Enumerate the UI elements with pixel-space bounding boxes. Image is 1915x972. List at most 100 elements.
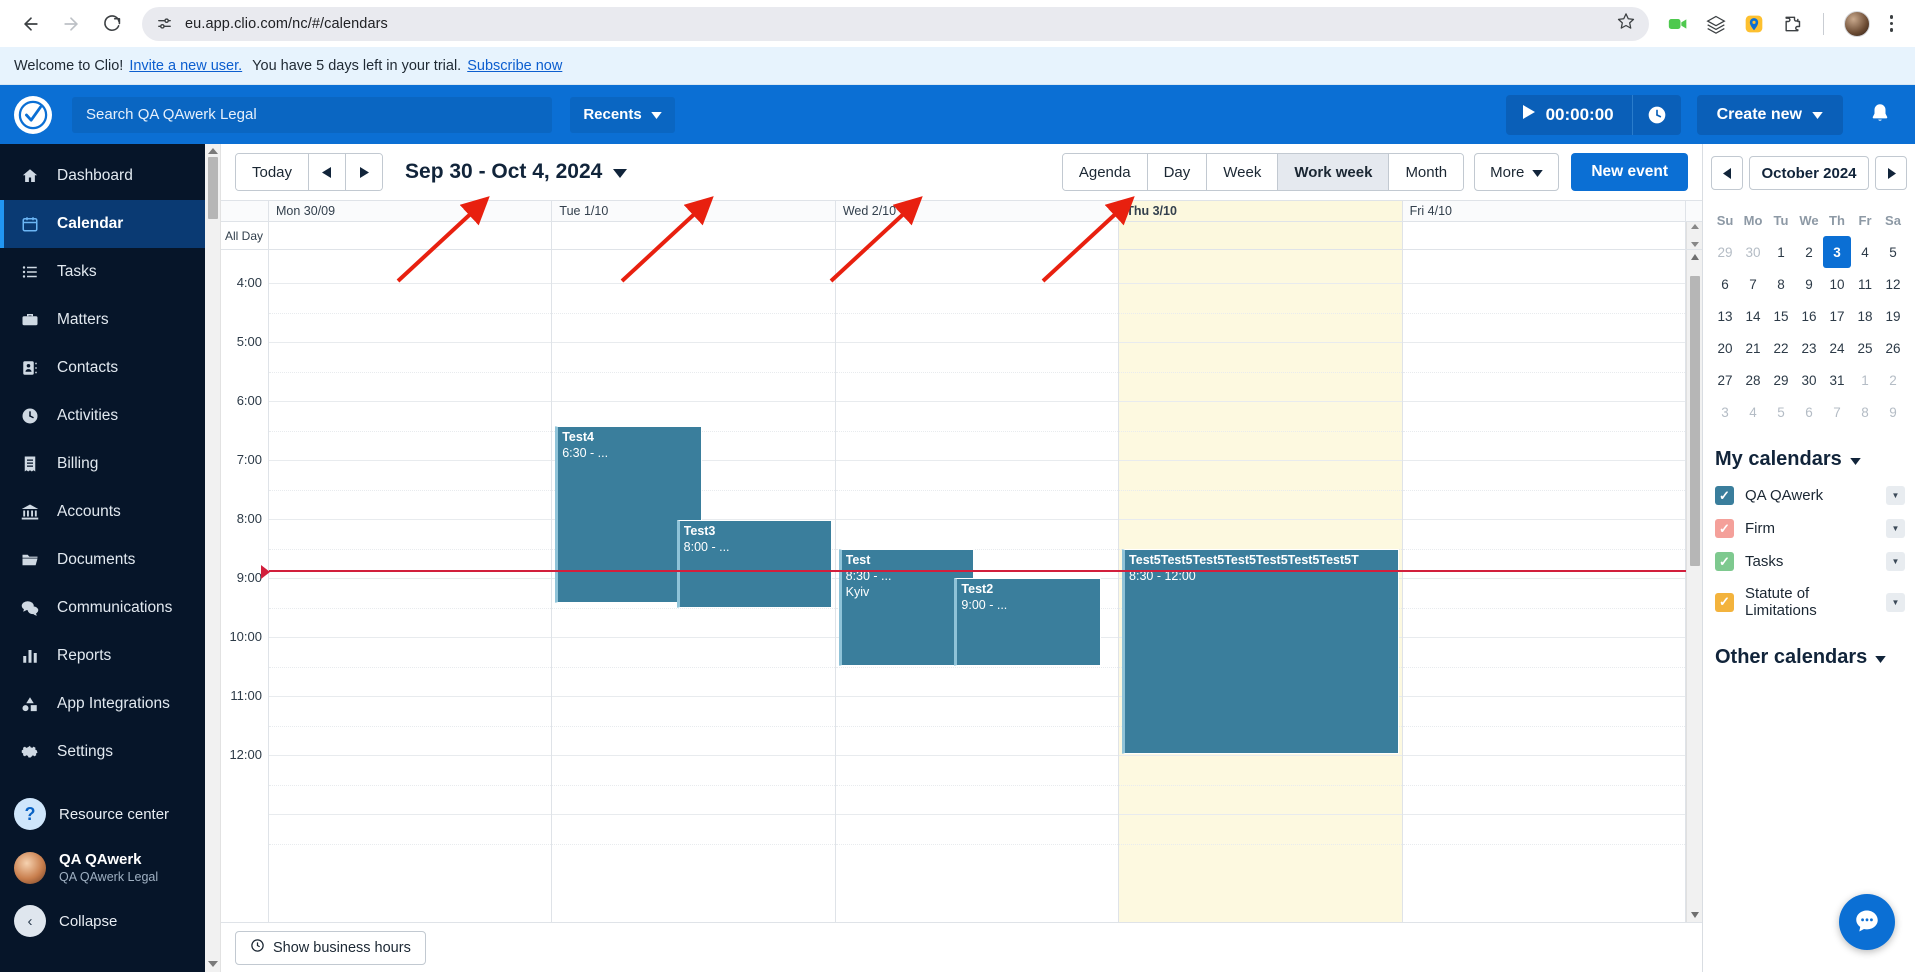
site-settings-icon[interactable]: [156, 15, 173, 32]
calendar-checkbox[interactable]: ✓: [1715, 519, 1734, 538]
all-day-cell-fri[interactable]: [1403, 222, 1687, 249]
all-day-scroll-stepper[interactable]: [1686, 222, 1703, 249]
sidebar-item-dashboard[interactable]: Dashboard: [0, 152, 205, 200]
mini-calendar-title[interactable]: October 2024: [1749, 156, 1869, 190]
mini-calendar-day[interactable]: 2: [1795, 236, 1823, 268]
sidebar-item-activities[interactable]: Activities: [0, 392, 205, 440]
mini-calendar-day[interactable]: 21: [1739, 332, 1767, 364]
mini-calendar-day[interactable]: 23: [1795, 332, 1823, 364]
scroll-up-icon[interactable]: [1690, 224, 1699, 229]
chevron-down-icon[interactable]: ▼: [1886, 486, 1905, 505]
day-header-fri[interactable]: Fri 4/10: [1403, 201, 1687, 221]
mini-calendar-day[interactable]: 14: [1739, 300, 1767, 332]
day-header-wed[interactable]: Wed 2/10: [836, 201, 1120, 221]
mini-calendar-day[interactable]: 3: [1711, 396, 1739, 428]
mini-calendar-day[interactable]: 10: [1823, 268, 1851, 300]
calendar-list-item[interactable]: ✓ Tasks ▼: [1703, 545, 1915, 578]
day-column-mon[interactable]: [269, 250, 553, 922]
mini-calendar-day[interactable]: 24: [1823, 332, 1851, 364]
create-new-button[interactable]: Create new: [1696, 94, 1843, 135]
mini-calendar-day[interactable]: 5: [1879, 236, 1907, 268]
calendar-event[interactable]: Test2 9:00 - ...: [954, 578, 1102, 666]
today-button[interactable]: Today: [236, 154, 310, 190]
mini-calendar-day[interactable]: 16: [1795, 300, 1823, 332]
next-arrow-icon[interactable]: [346, 154, 383, 190]
mini-calendar-day[interactable]: 4: [1851, 236, 1879, 268]
scrollbar-thumb[interactable]: [1690, 276, 1700, 566]
all-day-cell-wed[interactable]: [836, 222, 1120, 249]
profile-avatar[interactable]: [1843, 10, 1870, 37]
view-day[interactable]: Day: [1147, 154, 1208, 190]
day-column-wed[interactable]: Test 8:30 - ... Kyiv Test2 9:00 - ...: [835, 250, 1120, 922]
calendar-event[interactable]: Test3 8:00 - ...: [676, 520, 832, 608]
mini-calendar-day[interactable]: 1: [1767, 236, 1795, 268]
prev-arrow-icon[interactable]: [309, 154, 347, 190]
mini-calendar-day[interactable]: 11: [1851, 268, 1879, 300]
clock-icon[interactable]: [1633, 95, 1681, 135]
timer-start-button[interactable]: 00:00:00: [1506, 94, 1633, 135]
day-column-tue[interactable]: Test4 6:30 - ... Test3 8:00 - ...: [552, 250, 836, 922]
show-business-hours-button[interactable]: Show business hours: [235, 930, 426, 965]
mini-calendar-day[interactable]: 26: [1879, 332, 1907, 364]
recents-button[interactable]: Recents: [570, 96, 675, 133]
mini-calendar-day[interactable]: 17: [1823, 300, 1851, 332]
sidebar-item-documents[interactable]: Documents: [0, 536, 205, 584]
mini-calendar-day[interactable]: 15: [1767, 300, 1795, 332]
notifications-button[interactable]: [1859, 95, 1901, 135]
mini-calendar-day[interactable]: 1: [1851, 364, 1879, 396]
sidebar-item-tasks[interactable]: Tasks: [0, 248, 205, 296]
all-day-cell-thu[interactable]: [1119, 222, 1403, 249]
my-calendars-title[interactable]: My calendars: [1703, 428, 1915, 479]
sidebar-item-contacts[interactable]: Contacts: [0, 344, 205, 392]
mini-calendar-day[interactable]: 8: [1767, 268, 1795, 300]
mini-calendar-day[interactable]: 27: [1711, 364, 1739, 396]
scroll-down-icon[interactable]: [1690, 242, 1699, 247]
view-work-week[interactable]: Work week: [1278, 154, 1390, 190]
calendar-list-item[interactable]: ✓ Firm ▼: [1703, 512, 1915, 545]
view-agenda[interactable]: Agenda: [1062, 154, 1148, 190]
mini-calendar-day[interactable]: 30: [1739, 236, 1767, 268]
forward-arrow-icon[interactable]: [54, 7, 88, 41]
new-event-button[interactable]: New event: [1571, 153, 1688, 191]
date-range-selector[interactable]: Sep 30 - Oct 4, 2024: [405, 160, 628, 184]
sidebar-item-accounts[interactable]: Accounts: [0, 488, 205, 536]
sidebar-item-matters[interactable]: Matters: [0, 296, 205, 344]
mini-calendar-day[interactable]: 30: [1795, 364, 1823, 396]
mini-calendar-day[interactable]: 28: [1739, 364, 1767, 396]
mini-calendar-day[interactable]: 8: [1851, 396, 1879, 428]
calendar-checkbox[interactable]: ✓: [1715, 552, 1734, 571]
mini-calendar-day[interactable]: 9: [1795, 268, 1823, 300]
layers-extension-icon[interactable]: [1705, 13, 1727, 35]
chat-support-button[interactable]: [1839, 894, 1895, 950]
clio-checkmark-logo[interactable]: [14, 95, 52, 134]
scroll-up-icon[interactable]: [207, 148, 218, 154]
search-input[interactable]: Search QA QAwerk Legal: [72, 96, 552, 133]
invite-new-user-link[interactable]: Invite a new user.: [129, 58, 242, 74]
view-week[interactable]: Week: [1207, 154, 1279, 190]
mini-calendar-day[interactable]: 5: [1767, 396, 1795, 428]
mini-calendar-day[interactable]: 6: [1795, 396, 1823, 428]
day-header-mon[interactable]: Mon 30/09: [269, 201, 553, 221]
day-header-thu[interactable]: Thu 3/10: [1119, 201, 1403, 221]
mini-calendar-day[interactable]: 25: [1851, 332, 1879, 364]
mini-calendar-day[interactable]: 3: [1823, 236, 1851, 268]
mini-calendar-day[interactable]: 4: [1739, 396, 1767, 428]
calendar-list-item[interactable]: ✓ QA QAwerk ▼: [1703, 479, 1915, 512]
sidebar-item-calendar[interactable]: Calendar: [0, 200, 205, 248]
mini-calendar-day[interactable]: 7: [1739, 268, 1767, 300]
scroll-down-icon[interactable]: [1691, 912, 1699, 918]
sidebar-item-billing[interactable]: Billing: [0, 440, 205, 488]
day-column-thu[interactable]: Test5Test5Test5Test5Test5Test5Test5T 8:30…: [1119, 250, 1403, 922]
mini-calendar-day[interactable]: 12: [1879, 268, 1907, 300]
resource-center-button[interactable]: ? Resource center: [0, 788, 205, 840]
sidebar-item-app-integrations[interactable]: App Integrations: [0, 680, 205, 728]
sidebar-item-reports[interactable]: Reports: [0, 632, 205, 680]
chevron-down-icon[interactable]: ▼: [1886, 552, 1905, 571]
all-day-cell-mon[interactable]: [269, 222, 553, 249]
mini-calendar-day[interactable]: 29: [1711, 236, 1739, 268]
mini-calendar-day[interactable]: 29: [1767, 364, 1795, 396]
mini-calendar-day[interactable]: 13: [1711, 300, 1739, 332]
mini-calendar-day[interactable]: 20: [1711, 332, 1739, 364]
mini-calendar-day[interactable]: 2: [1879, 364, 1907, 396]
mini-calendar-day[interactable]: 31: [1823, 364, 1851, 396]
